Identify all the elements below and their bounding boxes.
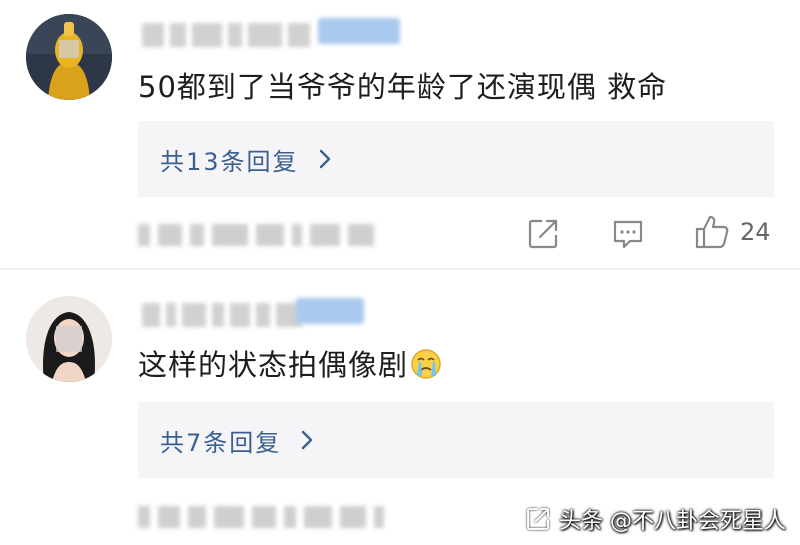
avatar-long-hair-icon [26,296,112,382]
thumbs-up-icon [695,215,729,249]
reply-count-label: 共13条回复 [160,147,299,176]
avatar[interactable] [26,14,112,100]
comment-meta-blurred [138,220,374,250]
share-icon [528,219,558,249]
crying-face-emoji-icon [411,349,441,379]
comment-text-body: 这样的状态拍偶像剧 [138,348,409,382]
user-badge-blurred [296,298,364,324]
avatar-gold-figure-icon [26,14,112,100]
share-button[interactable] [526,217,560,251]
reply-count-label: 共7条回复 [160,428,282,457]
watermark: 头条 @不八卦会死星人 [525,503,786,535]
watermark-text: 头条 @不八卦会死星人 [559,509,786,534]
comment-icon [613,220,643,249]
view-replies-button[interactable]: 共7条回复 [138,402,774,478]
like-button[interactable]: 24 [694,214,771,250]
username-blurred[interactable] [142,298,302,332]
user-badge-blurred [318,18,400,44]
like-count: 24 [740,218,771,246]
view-replies-button[interactable]: 共13条回复 [138,121,774,197]
avatar[interactable] [26,296,112,382]
share-icon [527,508,549,530]
chevron-right-icon [319,149,330,169]
comment-button[interactable] [611,217,645,251]
comment-item-1: 50都到了当爷爷的年龄了还演现偶 救命 共13条回复 24 [0,0,800,268]
username-blurred[interactable] [142,18,310,52]
chevron-right-icon [302,430,313,450]
comment-text: 50都到了当爷爷的年龄了还演现偶 救命 [138,70,668,104]
comment-text: 这样的状态拍偶像剧 [138,342,442,384]
comment-meta-blurred [138,502,384,532]
